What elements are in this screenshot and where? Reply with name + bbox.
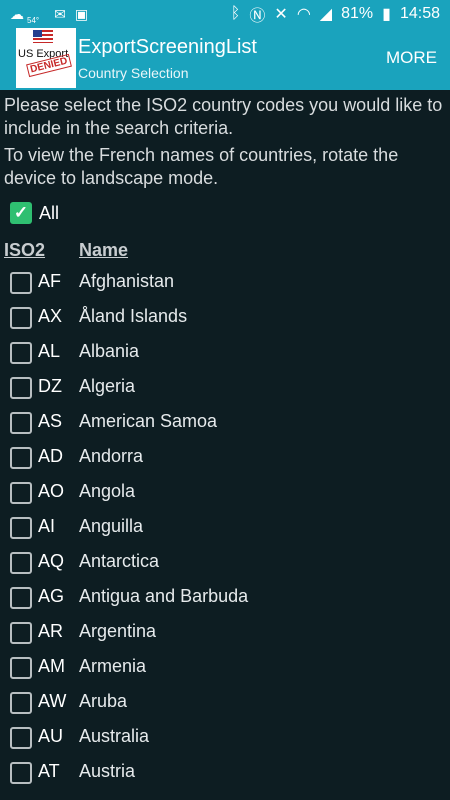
country-row[interactable]: AF Afghanistan <box>0 267 450 302</box>
iso2-column-header: ISO2 <box>4 240 46 260</box>
country-row[interactable]: AG Antigua and Barbuda <box>0 582 450 617</box>
country-name: Armenia <box>79 656 147 676</box>
country-row[interactable]: AQ Antarctica <box>0 547 450 582</box>
country-checkbox[interactable] <box>10 517 32 539</box>
battery-percent: 81% <box>341 5 374 22</box>
country-name: Antigua and Barbuda <box>79 586 249 606</box>
country-code: AX <box>38 306 63 326</box>
signal-icon: ◢ <box>319 6 333 23</box>
mail-icon: ✉ <box>54 5 66 22</box>
bluetooth-icon: ᛒ <box>230 5 241 22</box>
status-bar: ☁ 54° ✉ ▣ ᛒ Ⓝ ✕ ◠ ◢ 81% ▮ 14:58 <box>0 0 450 28</box>
name-column-header: Name <box>79 240 129 260</box>
select-all-row[interactable]: ✓ All <box>10 202 59 224</box>
country-name: Åland Islands <box>79 306 188 326</box>
main-content: Please select the ISO2 country codes you… <box>0 90 450 784</box>
country-row[interactable]: AO Angola <box>0 477 450 512</box>
country-name: Argentina <box>79 621 157 641</box>
country-list: AF Afghanistan AX Åland Islands AL Alban… <box>0 267 450 792</box>
status-notifications: ☁ 54° ✉ ▣ <box>10 5 89 25</box>
wifi-icon: ◠ <box>296 6 311 23</box>
nfc-icon: Ⓝ <box>249 8 266 25</box>
country-name: Anguilla <box>79 516 144 536</box>
weather-icon: ☁ <box>10 5 24 22</box>
country-row[interactable]: AW Aruba <box>0 687 450 722</box>
app-bar: US Export DENIED ExportScreeningList Cou… <box>0 28 450 90</box>
country-row[interactable]: AD Andorra <box>0 442 450 477</box>
country-checkbox[interactable] <box>10 622 32 644</box>
country-code: AI <box>38 516 56 536</box>
country-name: Angola <box>79 481 136 501</box>
country-checkbox[interactable] <box>10 587 32 609</box>
status-system: ᛒ Ⓝ ✕ ◠ ◢ 81% ▮ 14:58 <box>231 2 440 26</box>
battery-icon: ▮ <box>382 6 391 23</box>
country-name: Andorra <box>79 446 144 466</box>
clock: 14:58 <box>399 5 440 22</box>
landscape-hint-text: To view the French names of countries, r… <box>4 145 399 188</box>
country-checkbox[interactable] <box>10 762 32 784</box>
country-name: Austria <box>79 761 136 781</box>
country-code: AO <box>38 481 65 501</box>
country-code: AM <box>38 656 65 676</box>
country-checkbox[interactable] <box>10 482 32 504</box>
country-code: AR <box>38 621 64 641</box>
country-row[interactable]: AM Armenia <box>0 652 450 687</box>
country-code: DZ <box>38 376 62 396</box>
temperature-text: 54° <box>27 15 40 25</box>
country-checkbox[interactable] <box>10 727 32 749</box>
country-checkbox[interactable] <box>10 552 32 574</box>
app-subtitle: Country Selection <box>78 65 189 81</box>
instruction-text: Please select the ISO2 country codes you… <box>4 95 443 138</box>
country-checkbox[interactable] <box>10 272 32 294</box>
select-all-label: All <box>39 202 60 223</box>
country-row[interactable]: AS American Samoa <box>0 407 450 442</box>
country-checkbox[interactable] <box>10 377 32 399</box>
more-button[interactable]: MORE <box>386 48 437 68</box>
country-name: Algeria <box>79 376 136 396</box>
app-title: ExportScreeningList <box>78 36 257 58</box>
country-row[interactable]: AU Australia <box>0 722 450 757</box>
country-row[interactable]: AI Anguilla <box>0 512 450 547</box>
country-checkbox[interactable] <box>10 412 32 434</box>
country-checkbox[interactable] <box>10 307 32 329</box>
country-name: Antarctica <box>79 551 160 571</box>
country-code: AQ <box>38 551 65 571</box>
country-row[interactable]: AL Albania <box>0 337 450 372</box>
country-name: American Samoa <box>79 411 218 431</box>
country-name: Albania <box>79 341 140 361</box>
country-code: AT <box>38 761 60 781</box>
country-name: Aruba <box>79 691 128 711</box>
country-checkbox[interactable] <box>10 692 32 714</box>
country-code: AU <box>38 726 64 746</box>
country-row[interactable]: DZ Algeria <box>0 372 450 407</box>
country-code: AW <box>38 691 67 711</box>
country-row[interactable]: AX Åland Islands <box>0 302 450 337</box>
country-checkbox[interactable] <box>10 447 32 469</box>
briefcase-icon: ▣ <box>74 5 89 22</box>
country-code: AF <box>38 271 62 291</box>
select-all-checkbox[interactable]: ✓ <box>10 202 32 224</box>
country-checkbox[interactable] <box>10 342 32 364</box>
country-row[interactable]: AR Argentina <box>0 617 450 652</box>
country-code: AG <box>38 586 65 606</box>
us-flag-icon <box>33 30 53 43</box>
country-code: AD <box>38 446 64 466</box>
country-code: AS <box>38 411 63 431</box>
mute-icon: ✕ <box>274 6 288 23</box>
country-name: Australia <box>79 726 150 746</box>
country-code: AL <box>38 341 61 361</box>
app-logo: US Export DENIED <box>16 28 76 88</box>
country-row[interactable]: AT Austria <box>0 757 450 792</box>
country-name: Afghanistan <box>79 271 175 291</box>
country-checkbox[interactable] <box>10 657 32 679</box>
